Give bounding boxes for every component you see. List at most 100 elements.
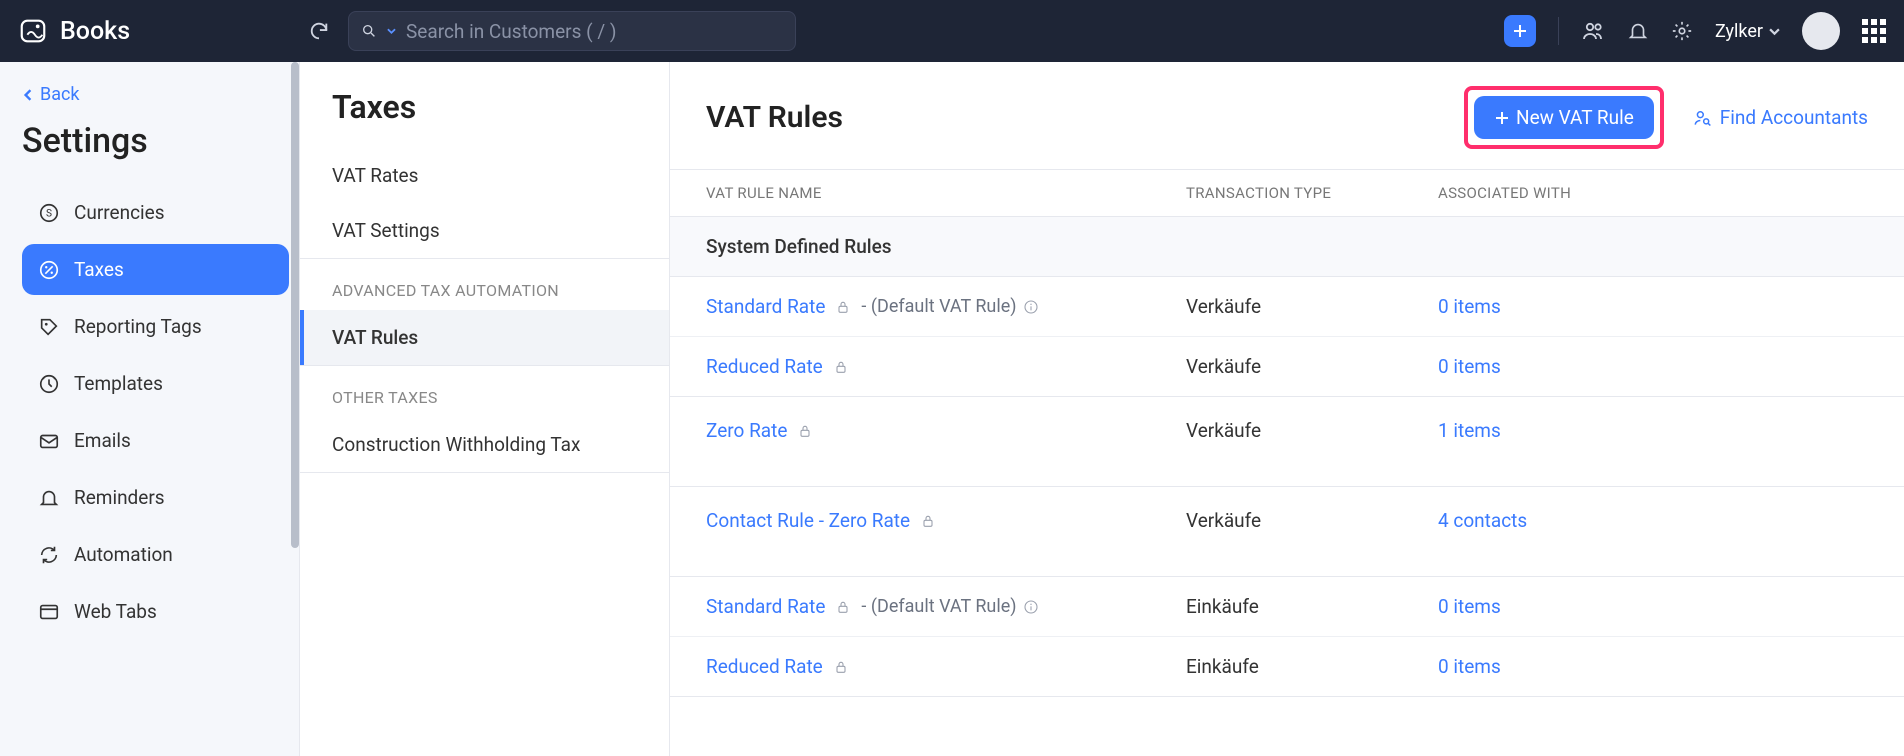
sidebar-item-label: Currencies bbox=[74, 201, 165, 224]
section-system-defined: System Defined Rules bbox=[670, 217, 1904, 277]
associated-cell: 1 items bbox=[1438, 419, 1868, 442]
settings-gear-button[interactable] bbox=[1671, 20, 1693, 42]
col-assoc: ASSOCIATED WITH bbox=[1438, 184, 1868, 202]
settings-title: Settings bbox=[22, 121, 289, 161]
automation-icon bbox=[38, 544, 60, 566]
quick-add-button[interactable] bbox=[1504, 15, 1536, 47]
rule-name-link[interactable]: Standard Rate bbox=[706, 595, 825, 618]
brand-name: Books bbox=[60, 17, 130, 46]
search-container[interactable] bbox=[348, 11, 796, 51]
table-row: Standard Rate - (Default VAT Rule) Verkä… bbox=[670, 277, 1904, 337]
rule-name-link[interactable]: Reduced Rate bbox=[706, 655, 823, 678]
subsidebar-title: Taxes bbox=[300, 88, 669, 148]
subgroup-label: OTHER TAXES bbox=[300, 366, 669, 417]
sidebar-item-label: Taxes bbox=[74, 258, 124, 281]
header-actions: New VAT Rule Find Accountants bbox=[1464, 86, 1868, 149]
rule-name-link[interactable]: Standard Rate bbox=[706, 295, 825, 318]
rule-name-cell: Contact Rule - Zero Rate bbox=[706, 509, 1186, 532]
lock-icon bbox=[833, 659, 849, 675]
currencies-icon: S bbox=[38, 202, 60, 224]
back-label: Back bbox=[40, 84, 80, 105]
transaction-type: Einkäufe bbox=[1186, 655, 1438, 678]
back-link[interactable]: Back bbox=[22, 84, 289, 105]
plus-icon bbox=[1494, 110, 1510, 126]
bell-icon bbox=[1627, 20, 1649, 42]
taxes-subsidebar: Taxes VAT RatesVAT SettingsADVANCED TAX … bbox=[300, 62, 670, 756]
search-input[interactable] bbox=[406, 20, 783, 43]
brand-logo-icon bbox=[18, 16, 48, 46]
sidebar-item-label: Web Tabs bbox=[74, 600, 157, 623]
rule-name-cell: Standard Rate - (Default VAT Rule) bbox=[706, 595, 1186, 618]
associated-link[interactable]: 0 items bbox=[1438, 595, 1501, 618]
rule-name-link[interactable]: Reduced Rate bbox=[706, 355, 823, 378]
subsidebar-item-vat-settings[interactable]: VAT Settings bbox=[300, 203, 669, 258]
sidebar-item-label: Emails bbox=[74, 429, 131, 452]
new-rule-highlight: New VAT Rule bbox=[1464, 86, 1664, 149]
sidebar-item-automation[interactable]: Automation bbox=[22, 529, 289, 580]
rule-name-link[interactable]: Zero Rate bbox=[706, 419, 787, 442]
templates-icon bbox=[38, 373, 60, 395]
transaction-type: Verkäufe bbox=[1186, 355, 1438, 378]
sidebar-item-emails[interactable]: Emails bbox=[22, 415, 289, 466]
taxes-icon bbox=[38, 259, 60, 281]
svg-text:S: S bbox=[46, 208, 52, 219]
associated-link[interactable]: 0 items bbox=[1438, 295, 1501, 318]
associated-cell: 0 items bbox=[1438, 295, 1868, 318]
subsidebar-item-cwt[interactable]: Construction Withholding Tax bbox=[300, 417, 669, 472]
sidebar-item-label: Reporting Tags bbox=[74, 315, 202, 338]
sidebar-item-currencies[interactable]: S Currencies bbox=[22, 187, 289, 238]
divider bbox=[300, 472, 669, 473]
refresh-icon bbox=[308, 20, 330, 42]
scrollbar[interactable] bbox=[291, 62, 299, 548]
avatar[interactable] bbox=[1802, 12, 1840, 50]
rule-name-cell: Reduced Rate bbox=[706, 355, 1186, 378]
sidebar-item-reporting-tags[interactable]: Reporting Tags bbox=[22, 301, 289, 352]
divider bbox=[1558, 17, 1559, 45]
sidebar-item-web-tabs[interactable]: Web Tabs bbox=[22, 586, 289, 637]
rule-name-cell: Zero Rate bbox=[706, 419, 1186, 442]
associated-cell: 0 items bbox=[1438, 655, 1868, 678]
subsidebar-item-vat-rates[interactable]: VAT Rates bbox=[300, 148, 669, 203]
sidebar-item-reminders[interactable]: Reminders bbox=[22, 472, 289, 523]
sidebar-item-templates[interactable]: Templates bbox=[22, 358, 289, 409]
lock-icon bbox=[835, 599, 851, 615]
refresh-button[interactable] bbox=[300, 12, 338, 50]
chevron-down-icon[interactable] bbox=[387, 26, 396, 36]
brand[interactable]: Books bbox=[18, 16, 300, 46]
new-rule-label: New VAT Rule bbox=[1516, 106, 1634, 129]
sidebar-item-taxes[interactable]: Taxes bbox=[22, 244, 289, 295]
find-accountants-label: Find Accountants bbox=[1720, 106, 1868, 129]
associated-cell: 0 items bbox=[1438, 355, 1868, 378]
notifications-button[interactable] bbox=[1627, 20, 1649, 42]
apps-grid-button[interactable] bbox=[1862, 19, 1886, 43]
associated-link[interactable]: 0 items bbox=[1438, 355, 1501, 378]
settings-sidebar: Back Settings S Currencies Taxes Reporting … bbox=[0, 62, 300, 756]
sidebar-item-label: Reminders bbox=[74, 486, 165, 509]
subsidebar-item-vat-rules[interactable]: VAT Rules bbox=[300, 310, 669, 365]
web-tabs-icon bbox=[38, 601, 60, 623]
rule-name-cell: Standard Rate - (Default VAT Rule) bbox=[706, 295, 1186, 318]
reminders-icon bbox=[38, 487, 60, 509]
associated-link[interactable]: 0 items bbox=[1438, 655, 1501, 678]
associated-cell: 4 contacts bbox=[1438, 509, 1868, 532]
lock-icon bbox=[797, 423, 813, 439]
find-accountants-link[interactable]: Find Accountants bbox=[1692, 106, 1868, 129]
col-name: VAT RULE NAME bbox=[706, 184, 1186, 202]
users-button[interactable] bbox=[1581, 19, 1605, 43]
new-vat-rule-button[interactable]: New VAT Rule bbox=[1474, 96, 1654, 139]
emails-icon bbox=[38, 430, 60, 452]
rule-name-link[interactable]: Contact Rule - Zero Rate bbox=[706, 509, 910, 532]
org-selector[interactable]: Zylker bbox=[1715, 21, 1780, 42]
transaction-type: Verkäufe bbox=[1186, 419, 1438, 442]
sidebar-item-label: Templates bbox=[74, 372, 163, 395]
table-header: VAT RULE NAME TRANSACTION TYPE ASSOCIATE… bbox=[670, 170, 1904, 217]
users-icon bbox=[1581, 19, 1605, 43]
page-title: VAT Rules bbox=[706, 100, 843, 135]
associated-link[interactable]: 4 contacts bbox=[1438, 509, 1527, 532]
lock-icon bbox=[920, 513, 936, 529]
associated-link[interactable]: 1 items bbox=[1438, 419, 1501, 442]
default-tag: - (Default VAT Rule) bbox=[861, 296, 1038, 317]
sidebar-item-label: Automation bbox=[74, 543, 173, 566]
lock-icon bbox=[835, 299, 851, 315]
person-search-icon bbox=[1692, 108, 1712, 128]
